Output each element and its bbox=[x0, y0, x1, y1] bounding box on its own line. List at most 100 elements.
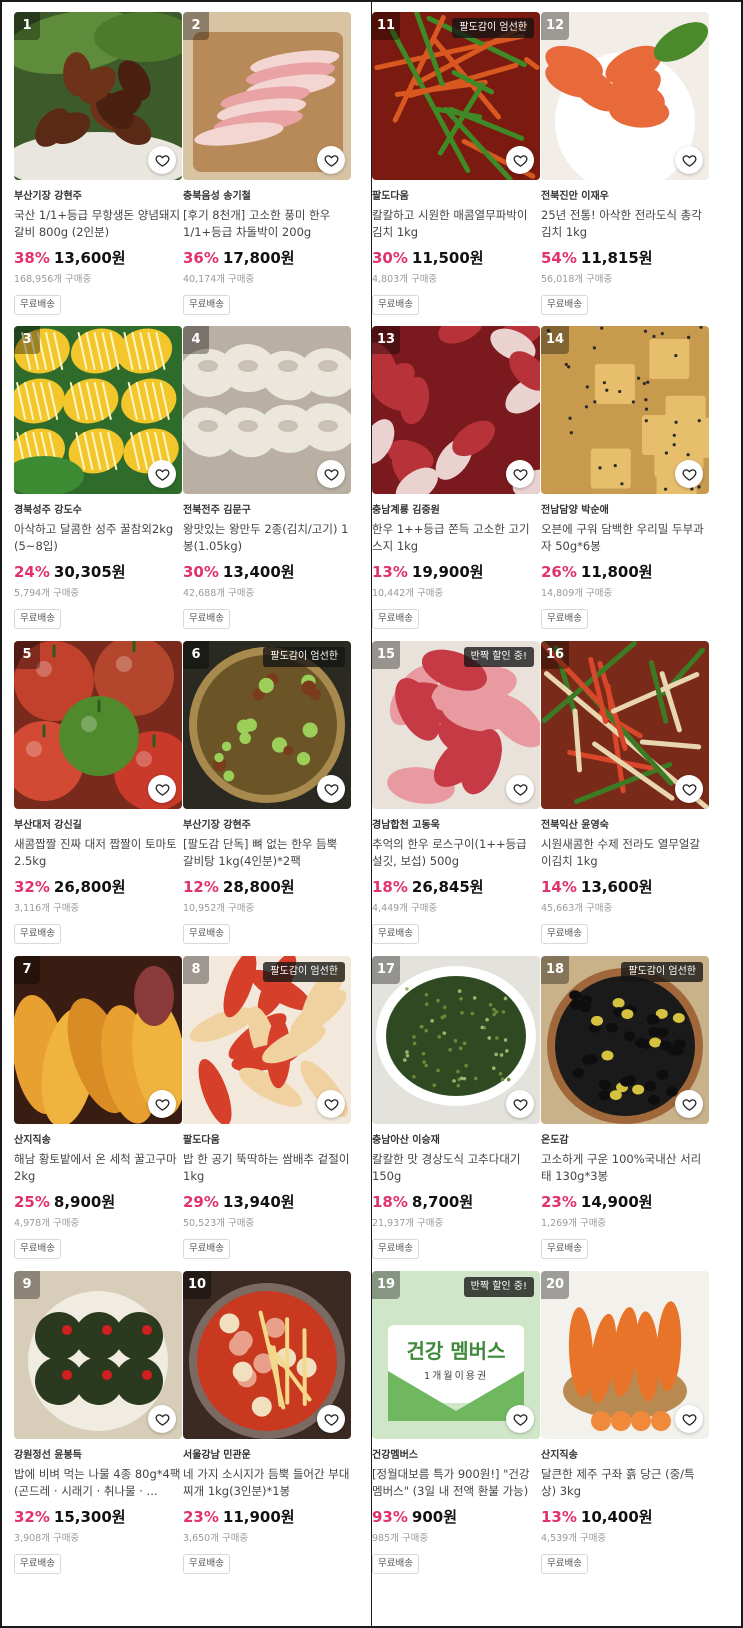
heart-icon bbox=[155, 154, 169, 167]
product-image[interactable]: 20 bbox=[541, 1271, 709, 1439]
free-shipping-tag: 무료배송 bbox=[14, 609, 61, 629]
wishlist-heart-button[interactable] bbox=[675, 775, 703, 803]
product-card[interactable]: 8 팔도감이 엄선한 팔도다움 밥 한 공기 뚝딱하는 쌈배추 겉절이 1kg … bbox=[183, 956, 351, 1276]
heart-icon bbox=[324, 468, 338, 481]
wishlist-heart-button[interactable] bbox=[317, 146, 345, 174]
product-title[interactable]: 왕맛있는 왕만두 2종(김치/고기) 1봉(1.05kg) bbox=[183, 521, 351, 555]
product-title[interactable]: [팔도감 단독] 뼈 없는 한우 듬뿍 갈비탕 1kg(4인분)*2팩 bbox=[183, 836, 351, 870]
product-title[interactable]: 국산 1/1+등급 무항생돈 양념돼지갈비 800g (2인분) bbox=[14, 207, 182, 241]
product-card[interactable]: 15 반짝 할인 중! 경남합천 고동욱 추억의 한우 로스구이(1++등급 설… bbox=[372, 641, 540, 961]
free-shipping-tag: 무료배송 bbox=[183, 924, 230, 944]
product-card[interactable]: 건강 멤버스 1개월이용권 19 반짝 할인 중! 건강멤버스 [정월대보름 특… bbox=[372, 1271, 540, 1591]
wishlist-heart-button[interactable] bbox=[317, 1090, 345, 1118]
product-title[interactable]: 한우 1++등급 쫀득 고소한 고기스지 1kg bbox=[372, 521, 540, 555]
purchase-count: 56,018개 구매중 bbox=[541, 274, 613, 285]
product-card[interactable]: 5 부산대저 강신길 새콤짭짤 진짜 대저 짭짤이 토마토 2.5kg 32% 2… bbox=[14, 641, 182, 961]
product-image[interactable]: 5 bbox=[14, 641, 182, 809]
product-card[interactable]: 7 산지직송 해남 황토밭에서 온 세척 꿀고구마 2kg 25% 8,900원 … bbox=[14, 956, 182, 1276]
product-card[interactable]: 17 충남아산 이승재 칼칼한 맛 경상도식 고추다대기 150g 18% 8,7… bbox=[372, 956, 540, 1276]
product-card[interactable]: 9 강원정선 윤봉득 밥에 비벼 먹는 나물 4종 80g*4팩 (곤드레 · … bbox=[14, 1271, 182, 1591]
wishlist-heart-button[interactable] bbox=[506, 146, 534, 174]
wishlist-heart-button[interactable] bbox=[148, 775, 176, 803]
wishlist-heart-button[interactable] bbox=[148, 146, 176, 174]
product-title[interactable]: 추억의 한우 로스구이(1++등급 설깃, 보섭) 500g bbox=[372, 836, 540, 870]
wishlist-heart-button[interactable] bbox=[675, 1090, 703, 1118]
product-card[interactable]: 18 팔도감이 엄선한 온도감 고소하게 구운 100%국내산 서리태 130g… bbox=[541, 956, 709, 1276]
purchase-count: 168,956개 구매중 bbox=[14, 274, 92, 285]
product-image[interactable]: 4 bbox=[183, 326, 351, 494]
wishlist-heart-button[interactable] bbox=[675, 1405, 703, 1433]
wishlist-heart-button[interactable] bbox=[506, 775, 534, 803]
discount-rate: 38% bbox=[14, 249, 50, 267]
product-title[interactable]: 오븐에 구워 담백한 우리밀 두부과자 50g*6봉 bbox=[541, 521, 709, 555]
product-title[interactable]: 밥 한 공기 뚝딱하는 쌈배추 겉절이 1kg bbox=[183, 1151, 351, 1185]
product-image[interactable]: 7 bbox=[14, 956, 182, 1124]
product-card[interactable]: 10 서울강남 민관운 네 가지 소시지가 듬뿍 들어간 부대찌개 1kg(3인… bbox=[183, 1271, 351, 1591]
product-card[interactable]: 11 팔도감이 엄선한 팔도다움 칼칼하고 시원한 매콤열무파박이 김치 1kg… bbox=[372, 12, 540, 332]
product-card[interactable]: 3 경북성주 강도수 아삭하고 달콤한 성주 꿀참외2kg (5~8입) 24%… bbox=[14, 326, 182, 646]
product-image[interactable]: 17 bbox=[372, 956, 540, 1124]
product-image[interactable]: 15 반짝 할인 중! bbox=[372, 641, 540, 809]
seller-name: 전남담양 박순애 bbox=[541, 505, 609, 516]
wishlist-heart-button[interactable] bbox=[317, 775, 345, 803]
wishlist-heart-button[interactable] bbox=[148, 460, 176, 488]
wishlist-heart-button[interactable] bbox=[675, 146, 703, 174]
product-image[interactable]: 10 bbox=[183, 1271, 351, 1439]
product-card[interactable]: 1 부산기장 강현주 국산 1/1+등급 무항생돈 양념돼지갈비 800g (2… bbox=[14, 12, 182, 332]
wishlist-heart-button[interactable] bbox=[148, 1405, 176, 1433]
product-title[interactable]: 고소하게 구운 100%국내산 서리태 130g*3봉 bbox=[541, 1151, 709, 1185]
wishlist-heart-button[interactable] bbox=[506, 1090, 534, 1118]
product-title[interactable]: 25년 전통! 아삭한 전라도식 총각김치 1kg bbox=[541, 207, 709, 241]
sale-price: 11,900원 bbox=[222, 1508, 295, 1526]
product-title[interactable]: 해남 황토밭에서 온 세척 꿀고구마 2kg bbox=[14, 1151, 182, 1185]
product-card[interactable]: 14 전남담양 박순애 오븐에 구워 담백한 우리밀 두부과자 50g*6봉 2… bbox=[541, 326, 709, 646]
wishlist-heart-button[interactable] bbox=[506, 460, 534, 488]
product-image[interactable]: 2 bbox=[183, 12, 351, 180]
wishlist-heart-button[interactable] bbox=[675, 460, 703, 488]
free-shipping-tag: 무료배송 bbox=[541, 924, 588, 944]
product-image[interactable]: 8 팔도감이 엄선한 bbox=[183, 956, 351, 1124]
product-image[interactable]: 14 bbox=[541, 326, 709, 494]
product-image[interactable]: 1 bbox=[14, 12, 182, 180]
product-title[interactable]: 달큰한 제주 구좌 흙 당근 (중/특상) 3kg bbox=[541, 1466, 709, 1500]
price-row: 18% 8,700원 bbox=[372, 1191, 540, 1213]
product-title[interactable]: 칼칼하고 시원한 매콤열무파박이 김치 1kg bbox=[372, 207, 540, 241]
product-title[interactable]: 칼칼한 맛 경상도식 고추다대기 150g bbox=[372, 1151, 540, 1185]
purchase-count: 3,650개 구매중 bbox=[183, 1533, 249, 1544]
seller-name: 서울강남 민관운 bbox=[183, 1450, 251, 1461]
product-image[interactable]: 3 bbox=[14, 326, 182, 494]
wishlist-heart-button[interactable] bbox=[148, 1090, 176, 1118]
wishlist-heart-button[interactable] bbox=[317, 460, 345, 488]
product-image[interactable]: 18 팔도감이 엄선한 bbox=[541, 956, 709, 1124]
sale-price: 8,700원 bbox=[411, 1193, 474, 1211]
product-image[interactable]: 9 bbox=[14, 1271, 182, 1439]
product-card[interactable]: 12 전북진안 이재우 25년 전통! 아삭한 전라도식 총각김치 1kg 54… bbox=[541, 12, 709, 332]
price-row: 12% 28,800원 bbox=[183, 876, 351, 898]
product-title[interactable]: 아삭하고 달콤한 성주 꿀참외2kg (5~8입) bbox=[14, 521, 182, 555]
product-card[interactable]: 4 전북전주 김문구 왕맛있는 왕만두 2종(김치/고기) 1봉(1.05kg)… bbox=[183, 326, 351, 646]
product-image[interactable]: 11 팔도감이 엄선한 bbox=[372, 12, 540, 180]
rank-number: 3 bbox=[14, 326, 40, 354]
product-image[interactable]: 6 팔도감이 엄선한 bbox=[183, 641, 351, 809]
product-card[interactable]: 13 충남계룡 김중원 한우 1++등급 쫀득 고소한 고기스지 1kg 13%… bbox=[372, 326, 540, 646]
product-title[interactable]: [정월대보름 특가 900원!] "건강멤버스" (3일 내 전액 환불 가능) bbox=[372, 1466, 540, 1500]
wishlist-heart-button[interactable] bbox=[317, 1405, 345, 1433]
product-title[interactable]: 네 가지 소시지가 듬뿍 들어간 부대찌개 1kg(3인분)*1봉 bbox=[183, 1466, 351, 1500]
wishlist-heart-button[interactable] bbox=[506, 1405, 534, 1433]
product-image[interactable]: 16 bbox=[541, 641, 709, 809]
product-card[interactable]: 2 충북음성 송기철 [후기 8천개] 고소한 풍미 한우 1/1+등급 차돌박… bbox=[183, 12, 351, 332]
product-image[interactable]: 13 bbox=[372, 326, 540, 494]
product-card[interactable]: 16 전북익산 윤영숙 시원새콤한 수제 전라도 열무얼갈이김치 1kg 14%… bbox=[541, 641, 709, 961]
product-title[interactable]: 밥에 비벼 먹는 나물 4종 80g*4팩 (곤드레 · 시래기 · 취나물 ·… bbox=[14, 1466, 182, 1500]
sale-price: 26,800원 bbox=[53, 878, 126, 896]
rank-number: 16 bbox=[541, 641, 570, 669]
product-title[interactable]: 새콤짭짤 진짜 대저 짭짤이 토마토 2.5kg bbox=[14, 836, 182, 870]
product-title[interactable]: 시원새콤한 수제 전라도 열무얼갈이김치 1kg bbox=[541, 836, 709, 870]
product-image[interactable]: 건강 멤버스 1개월이용권 19 반짝 할인 중! bbox=[372, 1271, 540, 1439]
product-card[interactable]: 6 팔도감이 엄선한 부산기장 강현주 [팔도감 단독] 뼈 없는 한우 듬뿍 … bbox=[183, 641, 351, 961]
purchase-count: 10,952개 구매중 bbox=[183, 903, 255, 914]
product-title[interactable]: [후기 8천개] 고소한 풍미 한우 1/1+등급 차돌박이 200g bbox=[183, 207, 351, 241]
product-image[interactable]: 12 bbox=[541, 12, 709, 180]
product-card[interactable]: 20 산지직송 달큰한 제주 구좌 흙 당근 (중/특상) 3kg 13% 10,… bbox=[541, 1271, 709, 1591]
purchase-count: 45,663개 구매중 bbox=[541, 903, 613, 914]
